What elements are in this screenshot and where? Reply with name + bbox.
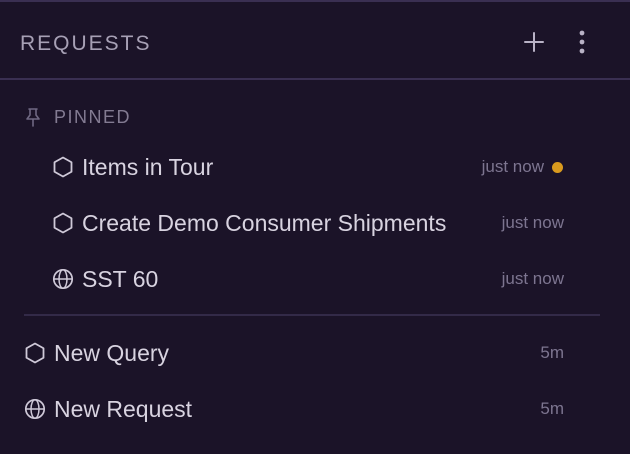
request-time: 5m — [540, 343, 564, 362]
globe-icon — [52, 268, 74, 290]
request-name: New Request — [54, 395, 193, 422]
unsaved-indicator — [552, 162, 563, 173]
pinned-request-create-demo-consumer-shipments[interactable]: Create Demo Consumer Shipments — [52, 203, 446, 243]
requests-panel: REQUESTS PINNED Items in Tour just now C… — [0, 0, 630, 454]
pin-icon — [26, 108, 40, 127]
request-time: just now — [481, 157, 544, 176]
graphql-hexagon-icon — [24, 342, 46, 364]
vertical-dots-icon — [579, 30, 585, 54]
pinned-request-items-in-tour[interactable]: Items in Tour — [52, 147, 213, 187]
request-name: Create Demo Consumer Shipments — [82, 209, 447, 236]
graphql-hexagon-icon — [52, 212, 74, 234]
panel-header: REQUESTS — [0, 2, 630, 80]
globe-icon — [24, 398, 46, 420]
pinned-section-header[interactable]: PINNED — [24, 106, 131, 128]
graphql-hexagon-icon — [52, 156, 74, 178]
request-name: Items in Tour — [82, 153, 214, 180]
request-time: just now — [501, 213, 564, 232]
request-name: SST 60 — [82, 265, 159, 292]
pinned-request-sst-60[interactable]: SST 60 — [52, 259, 158, 299]
request-time: just now — [501, 269, 564, 288]
section-divider — [24, 314, 600, 316]
request-name: New Query — [54, 339, 170, 366]
pinned-label: PINNED — [54, 106, 132, 127]
panel-title: REQUESTS — [20, 32, 152, 55]
request-time: 5m — [540, 399, 564, 418]
request-new-query[interactable]: New Query — [24, 333, 169, 373]
plus-icon — [524, 32, 544, 52]
request-new-request[interactable]: New Request — [24, 389, 192, 429]
add-request-button[interactable] — [519, 27, 549, 57]
more-options-button[interactable] — [567, 27, 597, 57]
